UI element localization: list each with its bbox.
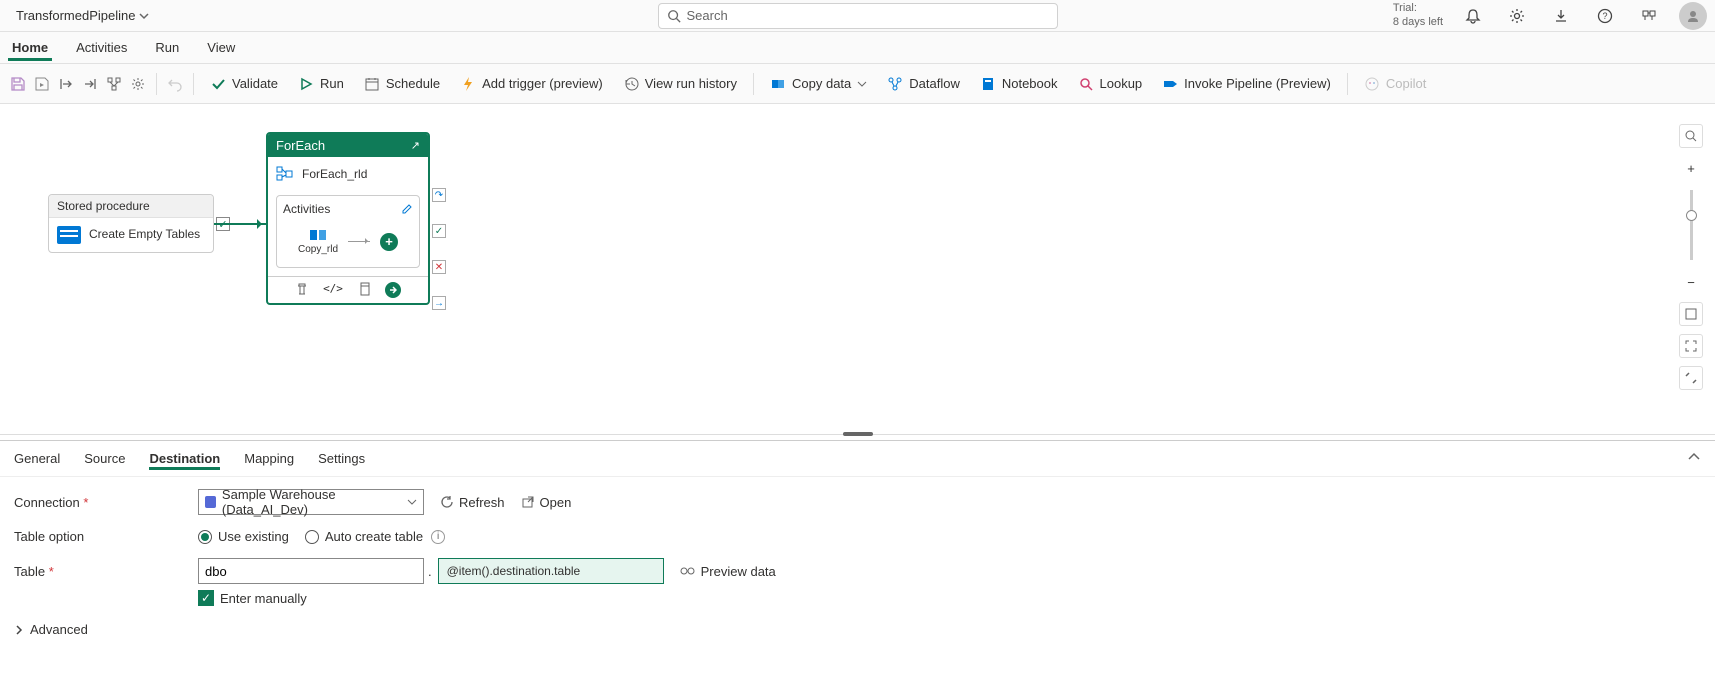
panel-tab-mapping[interactable]: Mapping	[244, 447, 294, 470]
chevron-down-icon	[139, 11, 149, 21]
activity-type-label: ForEach	[276, 138, 325, 153]
download-icon[interactable]	[1547, 2, 1575, 30]
refresh-button[interactable]: Refresh	[440, 495, 505, 510]
run-activity-icon[interactable]	[385, 282, 401, 298]
foreach-icon	[276, 165, 294, 183]
chevron-down-icon	[857, 79, 867, 89]
connection-label: Connection *	[14, 495, 198, 510]
search-placeholder: Search	[687, 8, 728, 23]
stored-procedure-icon	[57, 226, 81, 244]
zoom-slider[interactable]	[1690, 190, 1693, 260]
gear-icon[interactable]	[128, 74, 148, 94]
notifications-icon[interactable]	[1459, 2, 1487, 30]
code-icon[interactable]: </>	[323, 282, 343, 298]
port-success-icon[interactable]: ✓	[432, 224, 446, 238]
panel-splitter[interactable]	[0, 434, 1715, 440]
expand-icon[interactable]: ↗	[411, 139, 420, 152]
inner-activity-copy[interactable]: Copy_rld	[298, 228, 338, 255]
help-icon[interactable]: ?	[1591, 2, 1619, 30]
activity-type-label: Stored procedure	[49, 195, 213, 218]
save-run-icon[interactable]	[32, 74, 52, 94]
add-activity-button[interactable]: +	[380, 233, 398, 251]
radio-use-existing[interactable]: Use existing	[198, 529, 289, 544]
delete-icon[interactable]	[295, 282, 309, 296]
open-button[interactable]: Open	[521, 495, 572, 510]
fullscreen-icon[interactable]	[1679, 334, 1703, 358]
copilot-button[interactable]: Copilot	[1356, 72, 1434, 96]
activities-label: Activities	[283, 202, 330, 216]
view-run-history-button[interactable]: View run history	[615, 72, 745, 96]
schema-input[interactable]	[198, 558, 424, 584]
canvas-search-icon[interactable]	[1679, 124, 1703, 148]
feedback-icon[interactable]	[1635, 2, 1663, 30]
activity-name: Create Empty Tables	[89, 227, 200, 243]
table-label: Table *	[14, 564, 198, 579]
radio-auto-create[interactable]: Auto create tablei	[305, 529, 445, 544]
pipeline-canvas[interactable]: Stored procedure Create Empty Tables ✓ F…	[0, 104, 1715, 434]
advanced-toggle[interactable]: Advanced	[14, 622, 1701, 637]
fit-screen-icon[interactable]	[1679, 302, 1703, 326]
trial-info: Trial: 8 days left	[1393, 2, 1443, 28]
copy-data-button[interactable]: Copy data	[762, 72, 875, 96]
user-avatar[interactable]	[1679, 2, 1707, 30]
variables-icon[interactable]	[104, 74, 124, 94]
activity-foreach[interactable]: ForEach ↗ ForEach_rld Activities Copy_rl…	[266, 132, 430, 305]
inner-arrow	[348, 241, 370, 242]
table-option-label: Table option	[14, 529, 198, 544]
export-icon[interactable]	[56, 74, 76, 94]
schedule-button[interactable]: Schedule	[356, 72, 448, 96]
menu-tab-run[interactable]: Run	[151, 34, 183, 61]
panel-tab-destination[interactable]: Destination	[149, 447, 220, 470]
copy-icon[interactable]	[357, 282, 371, 296]
import-icon[interactable]	[80, 74, 100, 94]
panel-tab-settings[interactable]: Settings	[318, 447, 365, 470]
port-skip-icon[interactable]: ↷	[432, 188, 446, 202]
settings-icon[interactable]	[1503, 2, 1531, 30]
connection-dropdown[interactable]: Sample Warehouse (Data_AI_Dev)	[198, 489, 424, 515]
add-trigger-button[interactable]: Add trigger (preview)	[452, 72, 611, 96]
chevron-right-icon	[14, 625, 24, 635]
port-completion-icon[interactable]: →	[432, 296, 446, 310]
search-icon	[667, 9, 681, 23]
pipeline-title-dropdown[interactable]: TransformedPipeline	[8, 4, 157, 27]
search-box[interactable]: Search	[658, 3, 1058, 29]
zoom-in-icon[interactable]: +	[1679, 156, 1703, 180]
menu-tab-activities[interactable]: Activities	[72, 34, 131, 61]
menu-tab-view[interactable]: View	[203, 34, 239, 61]
activity-name: ForEach_rld	[302, 167, 367, 181]
dataflow-button[interactable]: Dataflow	[879, 72, 968, 96]
notebook-button[interactable]: Notebook	[972, 72, 1066, 96]
foreach-inner-activities[interactable]: Activities Copy_rld +	[276, 195, 420, 268]
port-fail-icon[interactable]: ✕	[432, 260, 446, 274]
table-expression-input[interactable]: @item().destination.table	[438, 558, 664, 584]
validate-button[interactable]: Validate	[202, 72, 286, 96]
panel-collapse-icon[interactable]	[1687, 450, 1701, 467]
minimap-icon[interactable]	[1679, 366, 1703, 390]
pipeline-title: TransformedPipeline	[16, 8, 135, 23]
activity-stored-procedure[interactable]: Stored procedure Create Empty Tables	[48, 194, 214, 253]
lookup-button[interactable]: Lookup	[1070, 72, 1151, 96]
svg-text:?: ?	[1602, 11, 1607, 21]
info-icon[interactable]: i	[431, 530, 445, 544]
edit-icon[interactable]	[401, 203, 413, 215]
panel-tab-general[interactable]: General	[14, 447, 60, 470]
menu-tab-home[interactable]: Home	[8, 34, 52, 61]
zoom-out-icon[interactable]: −	[1679, 270, 1703, 294]
chevron-down-icon	[407, 497, 417, 507]
undo-icon[interactable]	[165, 74, 185, 94]
save-icon[interactable]	[8, 74, 28, 94]
warehouse-icon	[205, 496, 216, 508]
invoke-pipeline-button[interactable]: Invoke Pipeline (Preview)	[1154, 72, 1339, 96]
connector-arrow	[214, 223, 266, 225]
enter-manually-label: Enter manually	[220, 591, 307, 606]
enter-manually-checkbox[interactable]: ✓	[198, 590, 214, 606]
panel-tab-source[interactable]: Source	[84, 447, 125, 470]
run-button[interactable]: Run	[290, 72, 352, 96]
preview-data-button[interactable]: Preview data	[680, 564, 776, 579]
